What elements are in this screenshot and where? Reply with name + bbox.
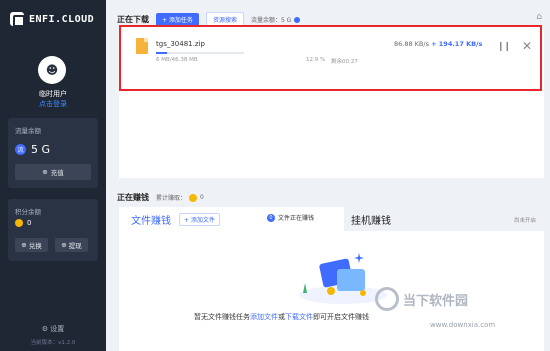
clean-icon[interactable]: ⌂ (536, 12, 542, 22)
tab-idle-earning-label: 挂机赚钱 (351, 215, 391, 227)
file-earning-status-label: 文件正在赚钱 (278, 215, 315, 222)
flow-left-label: 流量余额：5 G (250, 17, 292, 24)
recharge-button[interactable]: ⊕ 充值 (15, 164, 91, 180)
flow-balance-value: 5 G (31, 143, 51, 156)
flow-left-indicator: 流量余额：5 G (250, 15, 301, 24)
login-link[interactable]: 点击登录 (0, 99, 106, 109)
add-file-link[interactable]: 添加文件 (250, 313, 278, 321)
watermark-logo-icon (375, 287, 399, 311)
tab-idle-earning[interactable]: 挂机赚钱 (351, 207, 391, 231)
watermark-url: www.downxia.com (430, 321, 496, 329)
settings-link[interactable]: ⚙ 设置 (0, 324, 106, 334)
earn-panel: 文件赚钱 + 添加文件 0 文件正在赚钱 挂机赚钱 尚未开启 暂无文件赚钱任务添… (119, 207, 544, 351)
brand-logo-icon (10, 12, 25, 27)
user-name: 临时用户 (39, 90, 67, 98)
user-avatar-icon: ☻ (45, 63, 59, 77)
plus-circle-icon: ⊕ (61, 241, 67, 249)
avatar[interactable]: ☻ (38, 56, 66, 84)
points-balance: 0 (15, 219, 31, 227)
empty-mid: 或 (278, 313, 285, 321)
points-panel-title: 积分余额 (15, 208, 41, 216)
add-file-button[interactable]: + 添加文件 (179, 212, 220, 226)
watermark-text: 当下软件园 (403, 293, 469, 309)
exchange-label: 兑换 (28, 242, 42, 250)
illustration-coin-small (360, 290, 366, 296)
illustration-card-front (337, 269, 365, 291)
points-panel: 积分余额 0 ⊕ 兑换 ⊕ 提现 (8, 199, 98, 261)
highlight-box (119, 25, 542, 91)
empty-suffix: 即可开启文件赚钱 (313, 313, 369, 321)
flow-balance: 流 5 G (15, 143, 50, 156)
plus-circle-icon: ⊕ (42, 168, 48, 176)
withdraw-button[interactable]: ⊕ 提现 (55, 238, 88, 252)
idle-status-text: 尚未开启 (513, 218, 536, 224)
earn-section-title: 正在赚钱 (117, 193, 149, 202)
earn-total-label: 累计赚取： (156, 195, 187, 202)
sidebar: ENFI.CLOUD ☻ 临时用户 点击登录 流量余额 流 5 G ⊕ 充值 积… (0, 0, 106, 351)
brand: ENFI.CLOUD (10, 12, 95, 27)
gear-icon: ⚙ (41, 325, 49, 333)
settings-label: 设置 (50, 325, 65, 333)
file-earning-status: 0 文件正在赚钱 (267, 213, 314, 222)
watermark: 当下软件园 (375, 287, 468, 311)
coin-icon (15, 219, 23, 227)
plus-circle-icon: ⊕ (21, 241, 27, 249)
points-balance-value: 0 (27, 219, 32, 227)
empty-state-text: 暂无文件赚钱任务添加文件或下载文件即可开启文件赚钱 (194, 312, 369, 322)
flow-mini-icon (294, 16, 301, 23)
brand-name: ENFI.CLOUD (29, 13, 95, 25)
status-dot-icon: 0 (267, 213, 275, 222)
earn-total-value: 0 (200, 194, 204, 201)
earn-header: 正在赚钱 累计赚取： 0 (117, 192, 204, 203)
coin-icon (189, 193, 198, 202)
flow-icon: 流 (15, 144, 26, 155)
download-file-link[interactable]: 下载文件 (285, 313, 313, 321)
earn-total: 累计赚取： 0 (156, 193, 204, 202)
illustration-plant (303, 283, 307, 293)
version-text: 当前版本：v1.2.0 (30, 340, 76, 346)
illustration-coin (327, 287, 335, 295)
recharge-label: 充值 (50, 169, 64, 177)
withdraw-label: 提现 (68, 242, 82, 250)
exchange-button[interactable]: ⊕ 兑换 (15, 238, 48, 252)
download-section-title: 正在下载 (117, 15, 149, 24)
flow-panel-title: 流量余额 (15, 127, 41, 135)
illustration-sparkle (354, 253, 364, 263)
flow-panel: 流量余额 流 5 G ⊕ 充值 (8, 118, 98, 188)
tab-file-earning[interactable]: 文件赚钱 + 添加文件 0 文件正在赚钱 (119, 207, 344, 231)
tab-file-earning-label: 文件赚钱 (131, 215, 171, 227)
empty-prefix: 暂无文件赚钱任务 (194, 313, 250, 321)
earn-tabs: 文件赚钱 + 添加文件 0 文件正在赚钱 挂机赚钱 尚未开启 (119, 207, 544, 231)
